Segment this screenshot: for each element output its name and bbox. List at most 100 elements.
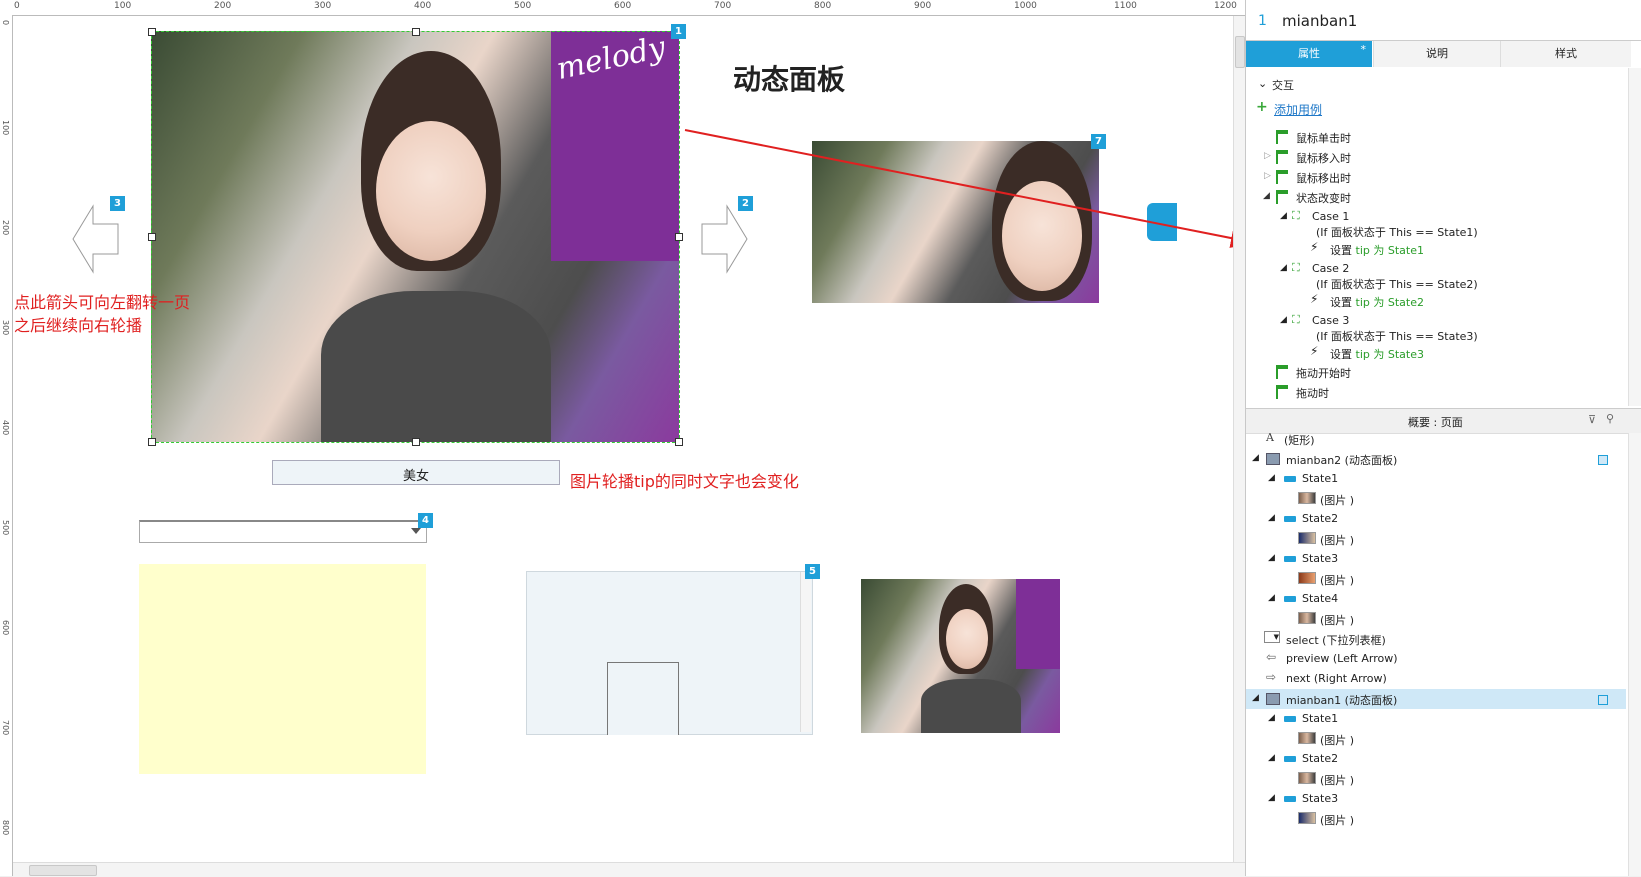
tab-properties[interactable]: 属性 * bbox=[1246, 41, 1372, 67]
vertical-ruler: 0 100 200 300 400 500 600 700 800 bbox=[0, 15, 13, 876]
outline-item[interactable]: next (Right Arrow) bbox=[1286, 672, 1387, 685]
outline-scrollbar[interactable] bbox=[1628, 433, 1641, 876]
outline-image[interactable]: (图片 ) bbox=[1320, 812, 1354, 828]
outline-state[interactable]: State3 bbox=[1302, 552, 1338, 565]
outline-state[interactable]: State4 bbox=[1302, 592, 1338, 605]
collapse-triangle-icon[interactable]: ◢ bbox=[1268, 713, 1275, 723]
chevron-down-icon[interactable] bbox=[411, 528, 421, 534]
outline-item[interactable]: preview (Left Arrow) bbox=[1286, 652, 1398, 665]
collapse-triangle-icon[interactable]: ◢ bbox=[1268, 553, 1275, 563]
outline-item[interactable]: select (下拉列表框) bbox=[1286, 632, 1386, 648]
collapse-triangle-icon[interactable]: ◢ bbox=[1280, 315, 1287, 325]
sticky-note-box bbox=[139, 564, 426, 774]
search-icon[interactable]: ⚲ bbox=[1606, 412, 1614, 425]
outline-state[interactable]: State1 bbox=[1302, 472, 1338, 485]
outline-image[interactable]: (图片 ) bbox=[1320, 532, 1354, 548]
event-item[interactable]: 鼠标单击时 bbox=[1296, 130, 1351, 146]
event-item[interactable]: 鼠标移出时 bbox=[1296, 170, 1351, 186]
expand-triangle-icon[interactable]: ▷ bbox=[1264, 151, 1271, 161]
ruler-tick-label: 500 bbox=[1, 520, 10, 536]
case-icon: ⛶ bbox=[1292, 313, 1300, 326]
case-name[interactable]: Case 2 bbox=[1312, 262, 1349, 275]
image-icon bbox=[1298, 572, 1316, 584]
lightning-icon: ⚡ bbox=[1310, 344, 1319, 358]
chevron-down-icon[interactable]: ⌄ bbox=[1258, 77, 1267, 90]
add-case-link[interactable]: 添加用例 bbox=[1274, 101, 1322, 118]
listbox-scrollbar[interactable] bbox=[800, 572, 811, 732]
ruler-tick-label: 600 bbox=[614, 1, 632, 11]
image-icon bbox=[1298, 612, 1316, 624]
dynamic-panel-icon bbox=[1266, 693, 1280, 705]
tab-style[interactable]: 样式 bbox=[1500, 41, 1631, 67]
outline-image[interactable]: (图片 ) bbox=[1320, 492, 1354, 508]
collapse-triangle-icon[interactable]: ◢ bbox=[1268, 753, 1275, 763]
design-canvas[interactable]: melody 1 动态面板 3 2 点此箭头可向左翻转一页 之后继续向右轮播 7 bbox=[13, 16, 1233, 862]
image-icon bbox=[1298, 812, 1316, 824]
outline-state[interactable]: State3 bbox=[1302, 792, 1338, 805]
state-icon bbox=[1284, 556, 1296, 562]
outline-state[interactable]: State2 bbox=[1302, 512, 1338, 525]
outline-image[interactable]: (图片 ) bbox=[1320, 732, 1354, 748]
event-item[interactable]: 状态改变时 bbox=[1296, 190, 1351, 206]
plus-icon[interactable]: + bbox=[1256, 99, 1268, 115]
outline-image[interactable]: (图片 ) bbox=[1320, 572, 1354, 588]
case-icon: ⛶ bbox=[1292, 261, 1300, 274]
outline-item[interactable]: mianban2 (动态面板) bbox=[1286, 452, 1397, 468]
image-icon bbox=[1298, 492, 1316, 504]
panel-marker-icon bbox=[1598, 695, 1608, 705]
text-icon: A bbox=[1266, 431, 1274, 444]
ruler-tick-label: 1100 bbox=[1114, 1, 1137, 11]
properties-scrollbar[interactable] bbox=[1628, 68, 1641, 406]
collapse-triangle-icon[interactable]: ◢ bbox=[1280, 211, 1287, 221]
collapse-triangle-icon[interactable]: ◢ bbox=[1268, 793, 1275, 803]
listbox-panel[interactable] bbox=[526, 571, 813, 735]
state-icon bbox=[1284, 516, 1296, 522]
canvas-horizontal-scrollbar[interactable] bbox=[13, 862, 1245, 877]
ruler-tick-label: 0 bbox=[14, 1, 20, 11]
event-item[interactable]: 拖动时 bbox=[1296, 385, 1329, 401]
select-dropdown[interactable] bbox=[139, 520, 427, 543]
outline-item[interactable]: (矩形) bbox=[1284, 432, 1315, 448]
ruler-tick-label: 300 bbox=[314, 1, 332, 11]
filter-icon[interactable]: ⊽ bbox=[1588, 413, 1596, 426]
case-action[interactable]: 设置 tip 为 State1 bbox=[1330, 242, 1424, 258]
outline-image[interactable]: (图片 ) bbox=[1320, 612, 1354, 628]
preview-image[interactable] bbox=[861, 579, 1060, 733]
case-action[interactable]: 设置 tip 为 State3 bbox=[1330, 346, 1424, 362]
event-icon bbox=[1276, 365, 1288, 379]
ruler-tick-label: 200 bbox=[1, 220, 10, 236]
dropdown-icon: ▼ bbox=[1264, 631, 1280, 643]
outline-item[interactable]: mianban1 (动态面板) bbox=[1286, 692, 1397, 708]
tab-notes[interactable]: 说明 bbox=[1373, 41, 1500, 67]
outline-image[interactable]: (图片 ) bbox=[1320, 772, 1354, 788]
section-interaction: 交互 bbox=[1272, 79, 1294, 92]
collapse-triangle-icon[interactable]: ◢ bbox=[1268, 473, 1275, 483]
collapse-triangle-icon[interactable]: ◢ bbox=[1268, 593, 1275, 603]
case-name[interactable]: Case 1 bbox=[1312, 210, 1349, 223]
ruler-tick-label: 800 bbox=[1, 820, 10, 836]
outline-state[interactable]: State2 bbox=[1302, 752, 1338, 765]
tab-properties-label: 属性 bbox=[1298, 47, 1320, 60]
ruler-tick-label: 500 bbox=[514, 1, 532, 11]
action-verb: 设置 bbox=[1330, 244, 1356, 257]
action-verb: 设置 bbox=[1330, 296, 1356, 309]
expand-triangle-icon[interactable]: ▷ bbox=[1264, 171, 1271, 181]
ruler-tick-label: 200 bbox=[214, 1, 232, 11]
case-action[interactable]: 设置 tip 为 State2 bbox=[1330, 294, 1424, 310]
event-item[interactable]: 鼠标移入时 bbox=[1296, 150, 1351, 166]
widget-name-field[interactable]: mianban1 bbox=[1282, 12, 1357, 30]
event-item[interactable]: 拖动开始时 bbox=[1296, 365, 1351, 381]
collapse-triangle-icon[interactable]: ◢ bbox=[1252, 453, 1259, 463]
image-icon bbox=[1298, 772, 1316, 784]
state-icon bbox=[1284, 716, 1296, 722]
outline-state[interactable]: State1 bbox=[1302, 712, 1338, 725]
collapse-triangle-icon[interactable]: ◢ bbox=[1252, 693, 1259, 703]
collapse-triangle-icon[interactable]: ◢ bbox=[1268, 513, 1275, 523]
case-name[interactable]: Case 3 bbox=[1312, 314, 1349, 327]
collapse-triangle-icon[interactable]: ◢ bbox=[1263, 191, 1270, 201]
ruler-tick-label: 0 bbox=[1, 20, 10, 26]
event-icon bbox=[1276, 385, 1288, 399]
case-condition: (If 面板状态于 This == State3) bbox=[1316, 330, 1478, 343]
ruler-tick-label: 100 bbox=[1, 120, 10, 136]
collapse-triangle-icon[interactable]: ◢ bbox=[1280, 263, 1287, 273]
